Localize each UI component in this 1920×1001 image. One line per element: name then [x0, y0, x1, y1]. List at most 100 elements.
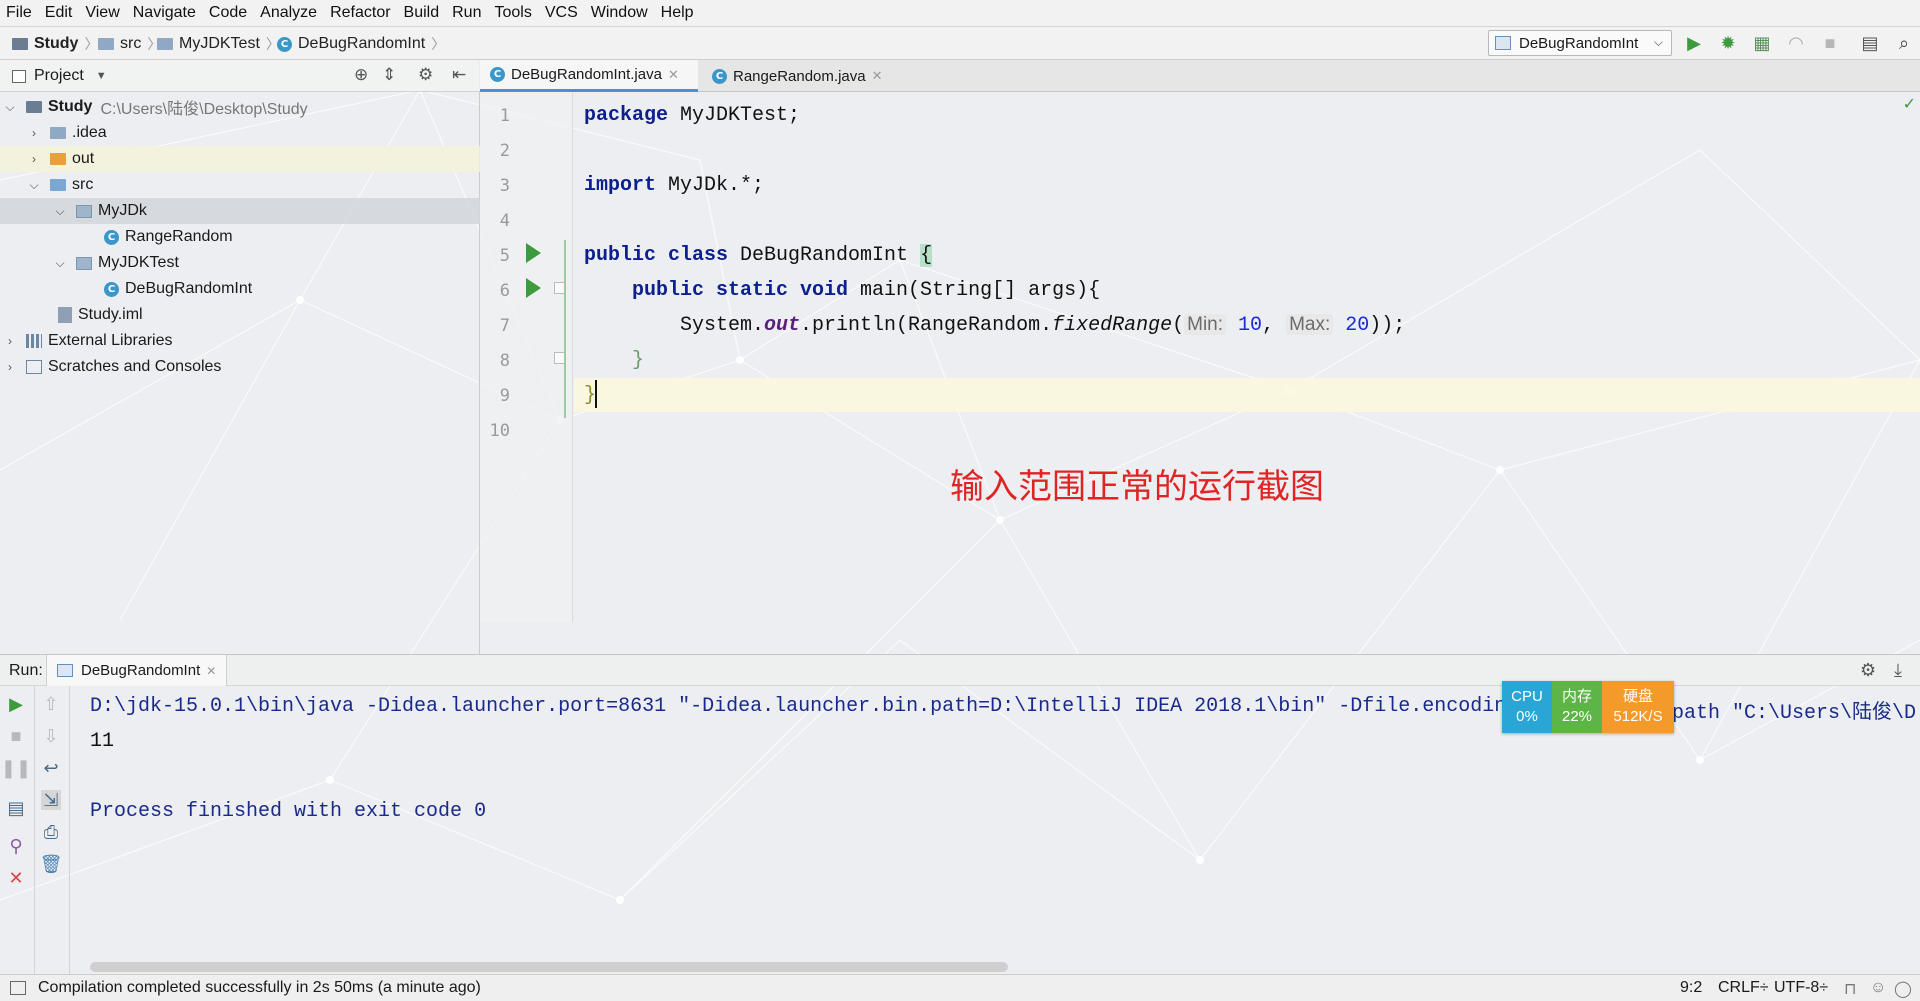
gear-icon[interactable]: ⚙	[1860, 660, 1876, 681]
code-line-8: }	[632, 349, 645, 372]
tool-windows-icon[interactable]	[10, 981, 26, 995]
stop-icon[interactable]: ■	[1820, 33, 1840, 53]
tab-debugrandomint[interactable]: C DeBugRandomInt.java ✕	[480, 60, 698, 92]
menu-run[interactable]: Run	[452, 4, 481, 22]
caret-position[interactable]: 9:2	[1680, 979, 1702, 997]
pin-icon[interactable]: ⚲	[6, 836, 26, 856]
close-icon[interactable]: ✕	[668, 67, 679, 83]
tree-item-myjdktest[interactable]: ⌵ MyJDKTest	[0, 250, 480, 276]
tree-item-myjdk[interactable]: ⌵ MyJDk	[0, 198, 480, 224]
close-icon[interactable]: ✕	[206, 664, 216, 678]
layout-icon[interactable]: ▤	[6, 798, 26, 818]
folder-icon	[98, 38, 114, 50]
menu-analyze[interactable]: Analyze	[260, 4, 317, 22]
disk-monitor: 硬盘 512K/S	[1602, 681, 1674, 733]
tree-item-src[interactable]: ⌵ src	[0, 172, 480, 198]
minimize-icon[interactable]: ⤓	[1894, 660, 1902, 681]
parameter-hint-max: Max:	[1286, 314, 1334, 335]
runnable-class-icon: C	[104, 281, 119, 297]
tree-item-scratches[interactable]: › Scratches and Consoles	[0, 354, 480, 380]
breadcrumb-src[interactable]: src 〉	[98, 34, 161, 54]
collapse-icon[interactable]: ⇕	[382, 65, 396, 85]
tree-item-rangerandom[interactable]: C RangeRandom	[0, 224, 480, 250]
run-gutter-icon[interactable]	[526, 243, 541, 263]
run-icon[interactable]: ▶	[1684, 33, 1704, 53]
screenshot-annotation: 输入范围正常的运行截图	[950, 467, 1324, 507]
menu-window[interactable]: Window	[591, 4, 648, 22]
run-gutter-icon[interactable]	[526, 278, 541, 298]
menu-code[interactable]: Code	[209, 4, 247, 22]
arrow-up-icon[interactable]: ⇧	[41, 694, 61, 714]
chevron-down-icon: ⌵	[55, 203, 65, 218]
project-icon	[12, 69, 26, 83]
line-number: 2	[499, 141, 510, 161]
code-editor[interactable]: package MyJDKTest; import MyJDk.*; publi…	[574, 92, 1920, 622]
search-icon[interactable]: ⌕	[1894, 33, 1914, 53]
print-icon[interactable]: ⎙	[41, 822, 61, 842]
rerun-icon[interactable]: ▶	[6, 694, 26, 714]
line-number: 5	[499, 246, 510, 266]
package-icon	[76, 256, 92, 270]
profile-icon[interactable]: ◠	[1786, 33, 1806, 53]
line-separator[interactable]: CRLF÷	[1718, 979, 1769, 997]
menu-build[interactable]: Build	[404, 4, 440, 22]
code-line-6: public static void main(String[] args){	[632, 279, 1101, 302]
hide-icon[interactable]: ⇤	[452, 65, 466, 85]
config-icon	[57, 664, 73, 677]
pause-icon[interactable]: ❚❚	[1, 758, 31, 778]
gear-icon[interactable]: ⚙	[418, 65, 433, 85]
arrow-down-icon[interactable]: ⇩	[41, 726, 61, 746]
horizontal-scrollbar[interactable]	[90, 962, 1008, 972]
class-icon: C	[104, 229, 119, 245]
status-message[interactable]: Compilation completed successfully in 2s…	[38, 979, 481, 997]
menu-view[interactable]: View	[85, 4, 119, 22]
menu-help[interactable]: Help	[661, 4, 694, 22]
tab-rangerandom[interactable]: C RangeRandom.java ✕	[702, 60, 898, 92]
scroll-to-end-icon[interactable]: ⇲	[41, 790, 61, 810]
project-structure-icon[interactable]: ▤	[1860, 33, 1880, 53]
soft-wrap-icon[interactable]: ↩	[41, 758, 61, 778]
line-number: 1	[499, 106, 510, 126]
menu-edit[interactable]: Edit	[45, 4, 73, 22]
module-file-icon	[58, 307, 72, 323]
breadcrumb-study[interactable]: Study 〉	[12, 34, 98, 54]
console-command-line: D:\jdk-15.0.1\bin\java -Didea.launcher.p…	[90, 695, 1507, 718]
menu-refactor[interactable]: Refactor	[330, 4, 390, 22]
close-icon[interactable]: ✕	[6, 868, 26, 888]
cpu-monitor: CPU 0%	[1502, 681, 1552, 733]
project-panel: Project ▼ ⊕ ⇕ ⚙ ⇤ ⌵ Study C:\Users\陆俊\De…	[0, 60, 480, 654]
close-icon[interactable]: ✕	[872, 68, 883, 84]
breadcrumb-myjdktest[interactable]: MyJDKTest 〉	[157, 34, 280, 54]
tree-item-out[interactable]: › out	[0, 146, 480, 172]
menu-tools[interactable]: Tools	[494, 4, 531, 22]
tree-item-study-iml[interactable]: Study.iml	[0, 302, 480, 328]
run-configuration-select[interactable]: DeBugRandomInt ⌵	[1488, 30, 1672, 56]
chevron-down-icon: ⌵	[1653, 35, 1663, 49]
locate-icon[interactable]: ⊕	[354, 65, 368, 85]
run-label: Run:	[9, 662, 43, 679]
coverage-icon[interactable]: ▦	[1752, 33, 1772, 53]
menu-file[interactable]: File	[6, 4, 32, 22]
trash-icon[interactable]: 🗑	[40, 854, 63, 874]
project-view-selector[interactable]: Project ▼	[12, 67, 107, 85]
tree-item-study[interactable]: ⌵ Study C:\Users\陆俊\Desktop\Study	[0, 94, 480, 120]
chevron-down-icon: ⌵	[29, 177, 39, 192]
run-tab[interactable]: DeBugRandomInt ✕	[46, 655, 228, 686]
file-encoding[interactable]: UTF-8÷	[1774, 979, 1828, 997]
tree-item-idea[interactable]: › .idea	[0, 120, 480, 146]
breadcrumb-class[interactable]: C DeBugRandomInt 〉	[277, 34, 445, 54]
class-icon: C	[490, 67, 505, 82]
class-icon: C	[712, 68, 727, 84]
line-number: 10	[489, 421, 510, 441]
inspector-icon[interactable]: ☺	[1870, 979, 1886, 997]
menu-navigate[interactable]: Navigate	[133, 4, 196, 22]
class-icon: C	[277, 36, 292, 52]
line-number: 7	[499, 316, 510, 336]
tree-item-external-libraries[interactable]: › External Libraries	[0, 328, 480, 354]
stop-icon[interactable]: ■	[6, 726, 26, 746]
lock-icon[interactable]: ⊓	[1844, 979, 1856, 999]
debug-icon[interactable]: ✹	[1718, 33, 1738, 53]
event-log-icon[interactable]: ◯	[1894, 979, 1912, 999]
menu-vcs[interactable]: VCS	[545, 4, 578, 22]
tree-item-debugrandomint[interactable]: C DeBugRandomInt	[0, 276, 480, 302]
